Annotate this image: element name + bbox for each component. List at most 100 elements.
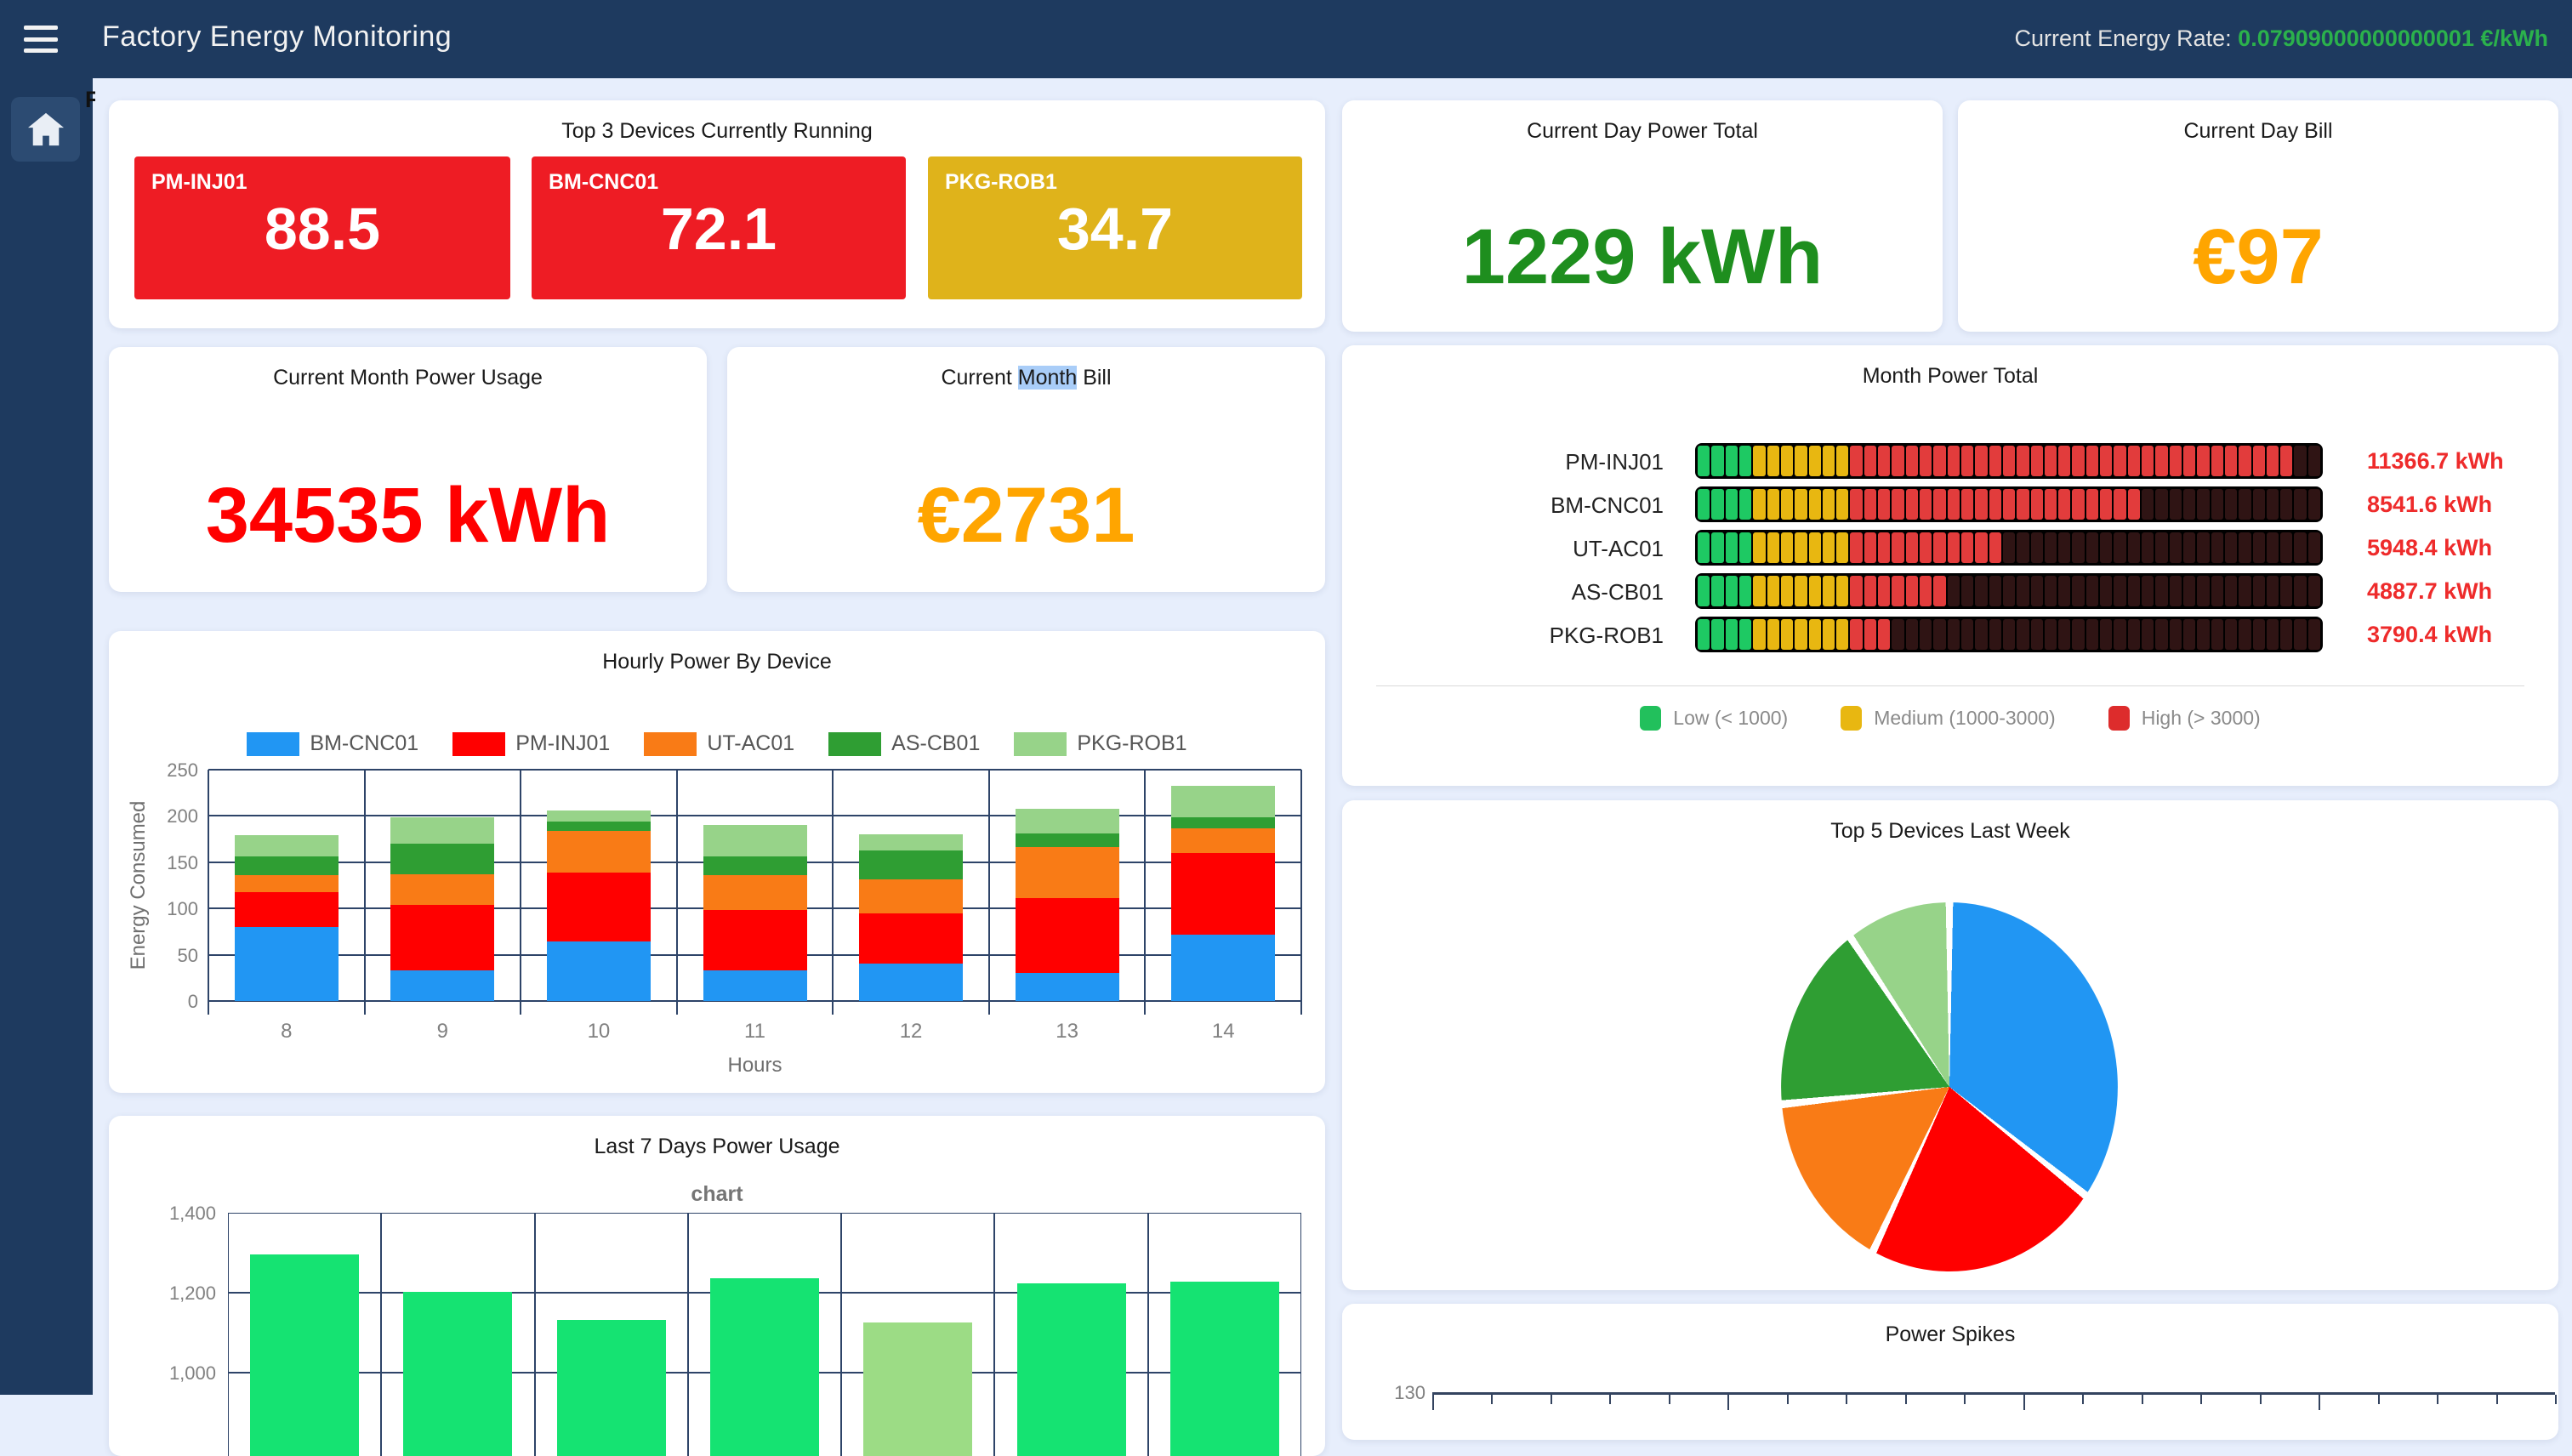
gauge-segment [2183, 576, 2195, 606]
gauge-segment [1933, 619, 1945, 650]
gauge-segment [1739, 619, 1751, 650]
stacked-bar-segment [703, 970, 807, 1001]
vertical-gridline [380, 1213, 382, 1456]
gauge-segment [2267, 619, 2279, 650]
gauge-segment [2280, 619, 2292, 650]
gauge-device-label: PKG-ROB1 [1550, 623, 1664, 649]
gauge-segment [1809, 446, 1821, 476]
device-tile-value: 88.5 [134, 195, 510, 264]
hamburger-menu-icon[interactable] [22, 22, 60, 56]
y-tick-label: 1,000 [109, 1362, 216, 1385]
gauge-segment [1975, 532, 1987, 563]
hourly-plot-area [208, 770, 1301, 1001]
gauge-segment [2267, 446, 2279, 476]
gauge-segment [1795, 532, 1807, 563]
gauge-segment [2086, 489, 2098, 520]
gauge-bar [1695, 617, 2323, 652]
stacked-bar-segment [390, 844, 494, 874]
vertical-gridline [988, 770, 990, 1015]
vertical-gridline [1300, 770, 1302, 1015]
gauge-segment [2211, 489, 2223, 520]
gauge-segment [2308, 489, 2320, 520]
y-tick-label: 50 [109, 945, 198, 967]
axis-tick [2260, 1395, 2262, 1404]
gauge-segment [2045, 446, 2057, 476]
stacked-bar-segment [1016, 898, 1119, 973]
gauge-segment [2239, 446, 2250, 476]
gauge-segment [2072, 446, 2084, 476]
stacked-bar-segment [859, 879, 963, 913]
legend-swatch [1841, 706, 1862, 731]
gauge-segment [1726, 532, 1738, 563]
gauge-segment [2170, 619, 2182, 650]
gauge-segment [2294, 532, 2306, 563]
energy-rate-unit: €/kWh [2480, 26, 2548, 51]
gauge-segment [1698, 446, 1710, 476]
gauge-segment [2128, 576, 2140, 606]
vertical-gridline [228, 1213, 229, 1456]
stacked-bar-segment [859, 964, 963, 1001]
gauge-segment [2308, 532, 2320, 563]
gauge-segment [2086, 576, 2098, 606]
gauge-segment [2294, 446, 2306, 476]
gauge-segment [1767, 619, 1779, 650]
gauge-segment [2170, 489, 2182, 520]
horizontal-gridline [208, 815, 1301, 816]
bar [403, 1292, 512, 1456]
gauge-segment [2031, 446, 2043, 476]
day-bill-card: Current Day Bill €97 [1958, 100, 2558, 332]
gauge-segment [2183, 446, 2195, 476]
gauge-value: 4887.7 kWh [2367, 578, 2492, 605]
gauge-segment [1948, 619, 1960, 650]
axis-tick [2142, 1395, 2143, 1404]
gauge-segment [2155, 576, 2167, 606]
gauge-legend: Low (< 1000)Medium (1000-3000)High (> 30… [1342, 706, 2558, 731]
gauge-segment [1739, 446, 1751, 476]
gauge-segment [1989, 576, 2001, 606]
gauge-segment [1850, 619, 1862, 650]
gauge-segment [2045, 619, 2057, 650]
stacked-bar-segment [703, 910, 807, 970]
gauge-row: PM-INJ0111366.7 kWh [1342, 443, 2558, 479]
legend-swatch [247, 732, 299, 756]
gauge-segment [1906, 619, 1918, 650]
gauge-segment [2100, 576, 2112, 606]
axis-tick [2496, 1395, 2498, 1404]
sidebar-item-home[interactable] [11, 97, 80, 162]
gauge-segment [1948, 446, 1960, 476]
device-tile-label: BM-CNC01 [532, 170, 906, 195]
vertical-gridline [364, 770, 366, 1015]
gauge-segment [1698, 489, 1710, 520]
hourly-legend-item: PKG-ROB1 [1014, 731, 1186, 756]
gauge-segment [2211, 446, 2223, 476]
gauge-row: UT-AC015948.4 kWh [1342, 530, 2558, 566]
gauge-segment [2072, 532, 2084, 563]
gauge-segment [1850, 576, 1862, 606]
day-bill-value: €97 [1958, 218, 2558, 296]
gauge-segment [1906, 576, 1918, 606]
axis-tick [1491, 1395, 1493, 1404]
axis-tick [2319, 1395, 2320, 1410]
gauge-segment [1809, 619, 1821, 650]
stacked-bar-segment [1016, 847, 1119, 898]
bar [557, 1320, 666, 1456]
gauge-segment [1711, 532, 1723, 563]
gauge-segment [2170, 576, 2182, 606]
gauge-segment [2058, 576, 2070, 606]
gauge-segment [1795, 576, 1807, 606]
gauge-segment [1989, 619, 2001, 650]
gauge-segment [1878, 619, 1890, 650]
top5-devices-title: Top 5 Devices Last Week [1342, 819, 2558, 844]
gauge-segment [1975, 576, 1987, 606]
gauge-segment [2225, 489, 2237, 520]
month-bill-title-post: Bill [1077, 366, 1111, 390]
gauge-segment [2100, 489, 2112, 520]
gauge-segment [2253, 532, 2265, 563]
vertical-gridline [840, 1213, 842, 1456]
gauge-segment [2308, 446, 2320, 476]
gauge-segment [1698, 576, 1710, 606]
gauge-segment [2211, 532, 2223, 563]
gauge-segment [1989, 489, 2001, 520]
device-tile-bm-cnc01: BM-CNC01 72.1 [532, 156, 906, 299]
gauge-segment [1975, 489, 1987, 520]
